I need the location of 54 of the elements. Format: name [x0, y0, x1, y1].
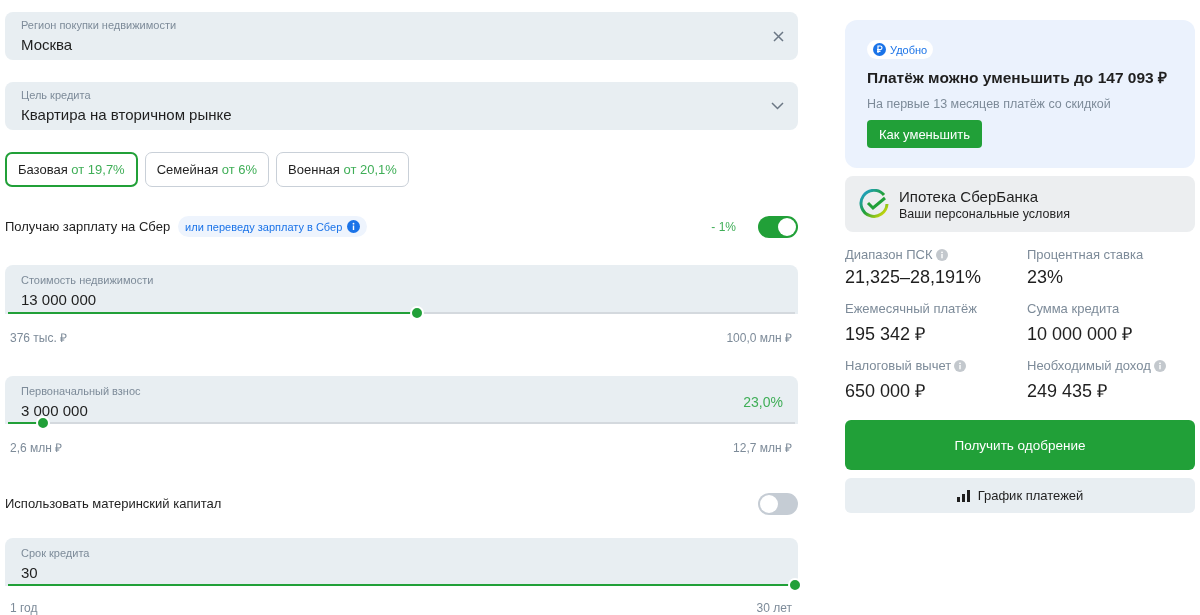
- range-max: 12,7 млн ₽: [733, 440, 792, 457]
- range-min: 2,6 млн ₽: [10, 440, 63, 457]
- slider-handle[interactable]: [788, 578, 802, 592]
- field-value: Квартира на вторичном рынке: [21, 104, 233, 125]
- program-tab[interactable]: Базовая от 19,7%: [5, 152, 138, 188]
- range-max: 30 лет: [756, 601, 792, 615]
- field-value: Москва: [21, 34, 74, 55]
- region-field[interactable]: Регион покупки недвижимости Москва: [5, 12, 798, 61]
- stat-label: Ежемесячный платёж: [845, 301, 977, 316]
- payment-schedule-button[interactable]: График платежей: [845, 478, 1195, 513]
- promo-badge: Удобно: [867, 40, 934, 59]
- field-value: 3 000 000: [21, 400, 89, 421]
- field-value: 13 000 000: [21, 290, 98, 311]
- maternity-label: Использовать материнский капитал: [5, 496, 222, 512]
- field-value: 30: [21, 562, 39, 583]
- stat-label: Диапазон ПСК: [845, 247, 933, 262]
- stat-value: 10 000 000 ₽: [1027, 323, 1134, 345]
- chevron-down-icon: [771, 102, 784, 111]
- purpose-select[interactable]: Цель кредита Квартира на вторичном рынке: [5, 82, 798, 131]
- stat-value: 21,325–28,191%: [845, 267, 983, 288]
- bar-chart-icon: [956, 489, 970, 502]
- field-label: Первоначальный взнос: [21, 383, 142, 398]
- maternity-toggle[interactable]: [758, 492, 798, 515]
- program-tab[interactable]: Военная от 20,1%: [276, 152, 409, 188]
- salary-label: Получаю зарплату на Сбер: [5, 219, 171, 235]
- range-min: 1 год: [10, 601, 38, 615]
- slider-handle[interactable]: [36, 416, 51, 431]
- stat-value: 23%: [1027, 267, 1065, 288]
- field-label: Цель кредита: [21, 87, 92, 102]
- program-tab[interactable]: Семейная от 6%: [144, 152, 270, 188]
- info-icon: [347, 220, 361, 234]
- stat-value: 249 435 ₽: [1027, 380, 1109, 402]
- field-label: Регион покупки недвижимости: [21, 17, 178, 32]
- slider-handle[interactable]: [410, 305, 425, 320]
- bank-title: Ипотека СберБанка: [899, 187, 1039, 205]
- stat-label: Необходимый доход: [1027, 358, 1151, 373]
- stat-label: Сумма кредита: [1027, 301, 1120, 316]
- promo-title: Платёж можно уменьшить до 147 093 ₽: [867, 68, 1167, 88]
- bank-subtitle: Ваши персональные условия: [899, 206, 1070, 221]
- field-label: Стоимость недвижимости: [21, 273, 155, 288]
- salary-hint-link[interactable]: или переведу зарплату в Сбер: [178, 216, 368, 238]
- salary-toggle[interactable]: [758, 215, 798, 238]
- range-max: 100,0 млн ₽: [726, 329, 792, 346]
- share-text: 23,0%: [743, 394, 783, 411]
- stat-label: Налоговый вычет: [845, 358, 952, 373]
- stat-value: 195 342 ₽: [845, 323, 927, 345]
- discount-text: - 1%: [711, 219, 736, 234]
- field-label: Срок кредита: [21, 545, 91, 560]
- range-min: 376 тыс. ₽: [10, 329, 68, 346]
- check-circle-logo-icon: [859, 189, 889, 219]
- close-icon[interactable]: [773, 30, 784, 42]
- stat-label: Процентная ставка: [1027, 247, 1144, 262]
- stat-value: 650 000 ₽: [845, 380, 927, 402]
- promo-subtitle: На первые 13 месяцев платёж со скидкой: [867, 97, 1111, 111]
